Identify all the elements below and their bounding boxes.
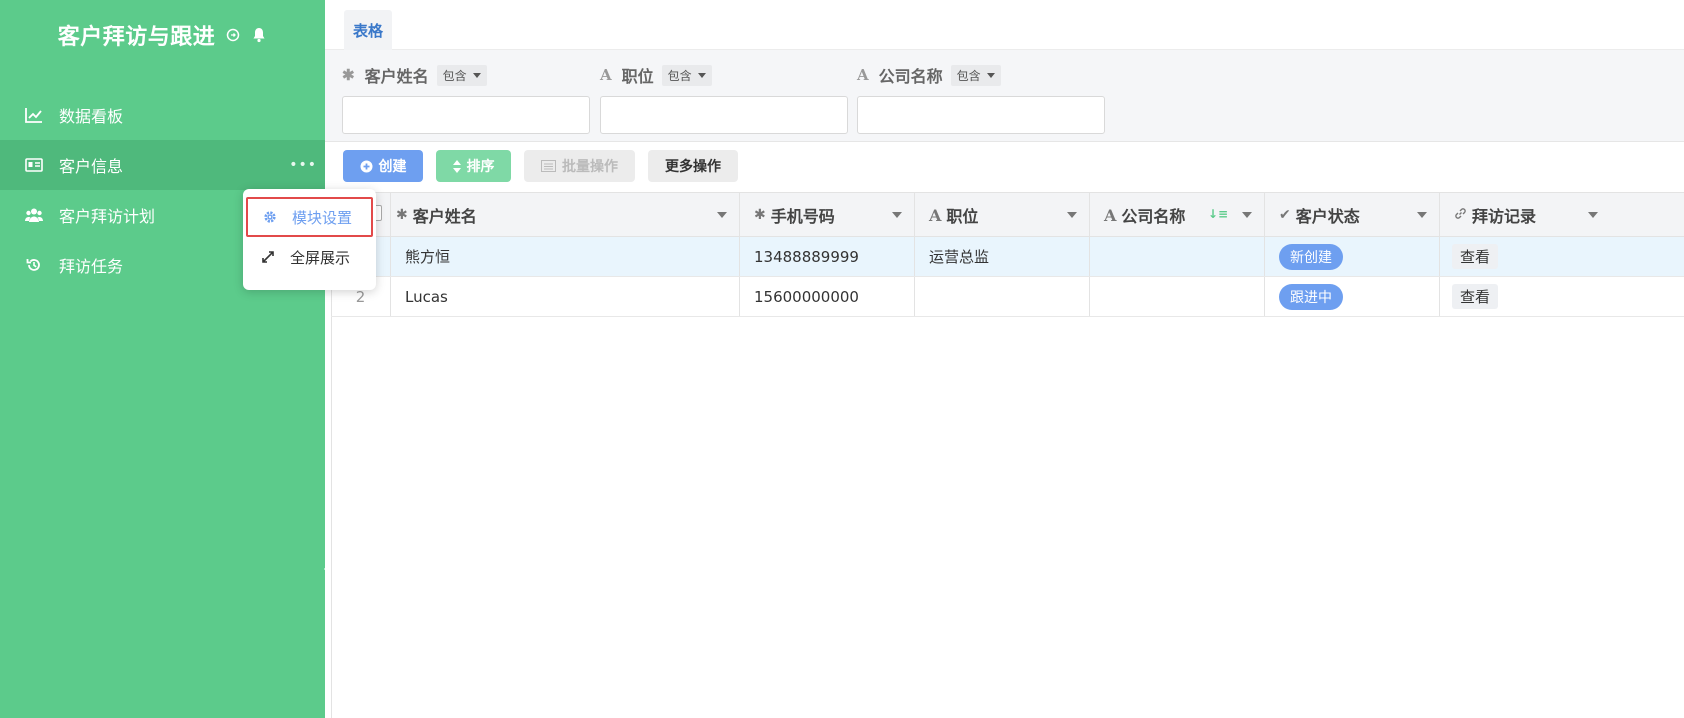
filter-operator-select[interactable]: 包含 (950, 64, 1001, 86)
link-icon (1454, 207, 1467, 224)
menu-item-label: 全屏展示 (290, 248, 351, 267)
filter-bar: ✱ 客户姓名 包含 A 职位 包含 A 公司名称 包含 (325, 50, 1684, 142)
menu-item-label: 模块设置 (292, 208, 353, 227)
cell-status[interactable]: 新创建 (1265, 237, 1440, 276)
required-icon: ✱ (342, 66, 355, 84)
sort-indicator-icon: ↓≡ (1207, 207, 1228, 221)
cell-company[interactable] (1090, 277, 1265, 316)
sidebar: 客户拜访与跟进 数据看板 客户信息 ••• 客户拜访计划 拜访任务 (0, 0, 332, 718)
menu-item-module-settings[interactable]: 模块设置 (246, 197, 373, 237)
caret-down-icon (1588, 212, 1598, 218)
view-tabbar: 表格 (325, 0, 1684, 50)
switch-app-icon[interactable] (225, 27, 241, 43)
company-name-filter-input[interactable] (857, 96, 1105, 134)
cell-status[interactable]: 跟进中 (1265, 277, 1440, 316)
text-field-icon: A (857, 66, 869, 84)
table-header: ✱ 客户姓名 ✱ 手机号码 A 职位 A 公司名称 ↓≡ ✔ 客户状态 拜访记录 (331, 192, 1684, 237)
gear-icon (262, 209, 278, 225)
caret-down-icon (1242, 212, 1252, 218)
create-button[interactable]: 创建 (343, 150, 423, 182)
filter-label: 职位 (621, 67, 654, 86)
status-badge: 新创建 (1279, 243, 1343, 270)
history-icon (24, 255, 44, 275)
status-badge: 跟进中 (1279, 283, 1343, 310)
expand-icon (260, 249, 276, 265)
tab-table[interactable]: 表格 (344, 10, 393, 50)
caret-down-icon (892, 212, 902, 218)
position-filter-input[interactable] (600, 96, 848, 134)
more-icon[interactable]: ••• (289, 157, 317, 173)
table-row[interactable]: 2 Lucas 15600000000 跟进中 查看 (331, 277, 1684, 317)
app-header: 客户拜访与跟进 (0, 0, 325, 70)
column-header-company[interactable]: A 公司名称 ↓≡ (1090, 193, 1265, 237)
line-chart-icon (24, 105, 44, 125)
id-card-icon (24, 155, 44, 175)
caret-down-icon (717, 212, 727, 218)
app-title: 客户拜访与跟进 (57, 25, 216, 50)
plus-circle-icon (360, 160, 372, 172)
column-header-customer-name[interactable]: ✱ 客户姓名 (391, 193, 740, 237)
cell-position[interactable]: 运营总监 (915, 237, 1090, 276)
view-record-button[interactable]: 查看 (1452, 284, 1499, 309)
main-content: 表格 ✱ 客户姓名 包含 A 职位 包含 A 公司名称 包含 创建 排序 批量操… (325, 0, 1684, 718)
filter-position: A 职位 包含 (600, 62, 848, 134)
table-row[interactable]: 1 熊方恒 13488889999 运营总监 新创建 查看 (331, 237, 1684, 277)
list-icon (541, 160, 556, 172)
data-table: ✱ 客户姓名 ✱ 手机号码 A 职位 A 公司名称 ↓≡ ✔ 客户状态 拜访记录… (331, 192, 1684, 317)
menu-item-fullscreen[interactable]: 全屏展示 (246, 237, 373, 277)
view-record-button[interactable]: 查看 (1452, 244, 1499, 269)
sort-icon (452, 159, 461, 173)
bell-icon[interactable] (251, 27, 267, 43)
users-icon (24, 205, 44, 225)
module-context-menu: 模块设置 全屏展示 (243, 189, 376, 290)
cell-customer-name[interactable]: 熊方恒 (391, 237, 740, 276)
column-header-position[interactable]: A 职位 (915, 193, 1090, 237)
batch-operation-button[interactable]: 批量操作 (524, 150, 635, 182)
filter-operator-select[interactable]: 包含 (436, 64, 487, 86)
column-header-status[interactable]: ✔ 客户状态 (1265, 193, 1440, 237)
column-header-phone[interactable]: ✱ 手机号码 (740, 193, 915, 237)
column-header-visit-record[interactable]: 拜访记录 (1440, 193, 1684, 237)
filter-company-name: A 公司名称 包含 (857, 62, 1105, 134)
text-field-icon: A (600, 66, 612, 84)
caret-down-icon (697, 72, 706, 78)
cell-company[interactable] (1090, 237, 1265, 276)
sidebar-item-label: 拜访任务 (59, 257, 124, 276)
toolbar: 创建 排序 批量操作 更多操作 (325, 142, 1684, 192)
sidebar-item-customer-info[interactable]: 客户信息 ••• (0, 140, 325, 190)
caret-down-icon (986, 72, 995, 78)
sidebar-item-dashboard[interactable]: 数据看板 (0, 90, 325, 140)
sidebar-item-label: 客户信息 (59, 157, 124, 176)
more-operations-button[interactable]: 更多操作 (648, 150, 738, 182)
caret-down-icon (1067, 212, 1077, 218)
cell-visit-record: 查看 (1440, 237, 1684, 276)
sort-button[interactable]: 排序 (436, 150, 511, 182)
cell-phone[interactable]: 15600000000 (740, 277, 915, 316)
filter-customer-name: ✱ 客户姓名 包含 (342, 62, 590, 134)
filter-operator-select[interactable]: 包含 (661, 64, 712, 86)
sidebar-item-label: 客户拜访计划 (59, 207, 156, 226)
cell-customer-name[interactable]: Lucas (391, 277, 740, 316)
app-root: 客户拜访与跟进 数据看板 客户信息 ••• 客户拜访计划 拜访任务 表格 ✱ 客… (0, 0, 1684, 718)
filter-label: 客户姓名 (364, 67, 429, 86)
sidebar-item-label: 数据看板 (59, 107, 124, 126)
cell-position[interactable] (915, 277, 1090, 316)
cell-phone[interactable]: 13488889999 (740, 237, 915, 276)
caret-down-icon (472, 72, 481, 78)
customer-name-filter-input[interactable] (342, 96, 590, 134)
cell-visit-record: 查看 (1440, 277, 1684, 316)
caret-down-icon (1417, 212, 1427, 218)
filter-label: 公司名称 (878, 67, 943, 86)
